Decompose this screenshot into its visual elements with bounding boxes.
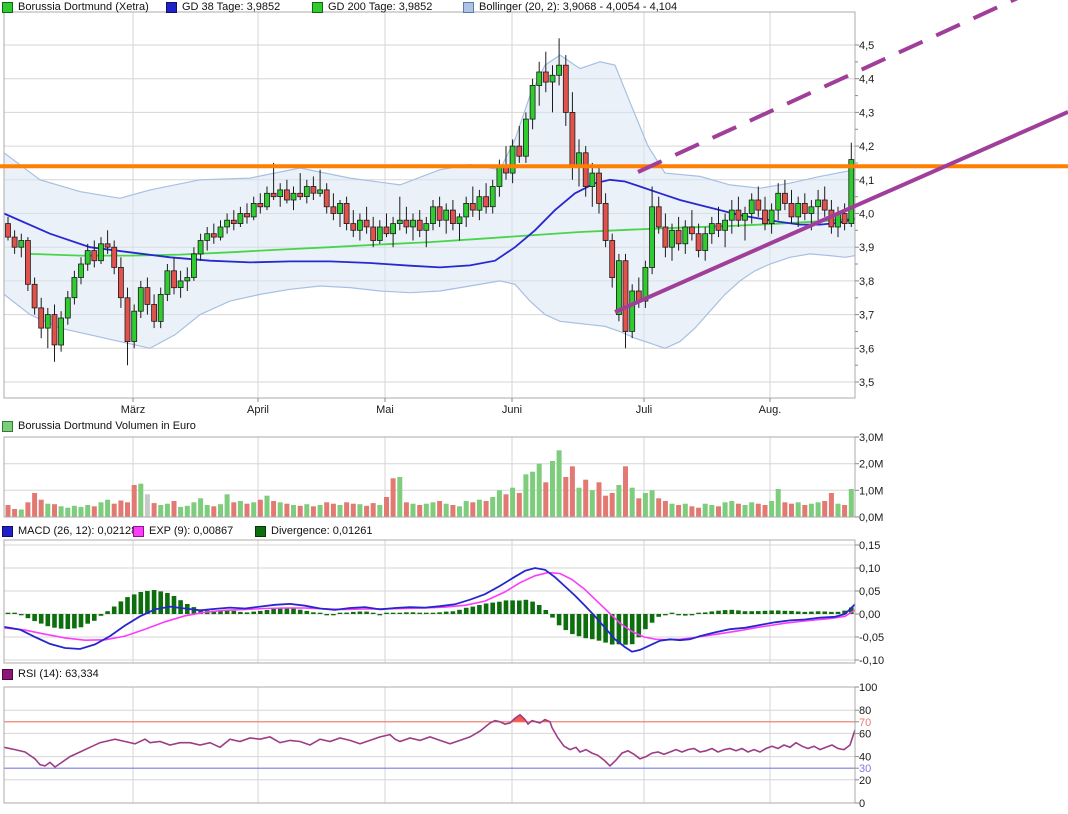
volume-swatch-icon bbox=[2, 420, 13, 432]
svg-text:3,8: 3,8 bbox=[859, 276, 874, 288]
legend-item-bollinger: Bollinger (20, 2): 3,9068 - 4,0054 - 4,1… bbox=[463, 1, 677, 13]
legend-item-exp: EXP (9): 0,00867 bbox=[133, 525, 233, 537]
divergence-swatch-icon bbox=[255, 525, 266, 537]
rsi-swatch-icon bbox=[2, 668, 13, 680]
svg-text:Aug.: Aug. bbox=[759, 404, 782, 416]
svg-text:70: 70 bbox=[859, 717, 871, 729]
svg-text:3,6: 3,6 bbox=[859, 343, 874, 355]
legend-item-divergence: Divergence: 0,01261 bbox=[255, 525, 373, 537]
gd200-swatch-icon bbox=[312, 1, 323, 13]
macd-panel: 0,15 0,10 0,05 0,00 -0,05 -0,10 bbox=[3, 539, 884, 667]
svg-text:4,1: 4,1 bbox=[859, 175, 874, 187]
svg-text:0,10: 0,10 bbox=[859, 563, 880, 575]
legend-item-volume: Borussia Dortmund Volumen in Euro bbox=[2, 420, 196, 432]
volume-label: Borussia Dortmund Volumen in Euro bbox=[18, 420, 196, 432]
svg-text:3,5: 3,5 bbox=[859, 377, 874, 389]
svg-text:3,7: 3,7 bbox=[859, 310, 874, 322]
stock-chart-page: 4,5 4,4 4,3 4,2 4,1 4,0 3,9 3,8 3,7 3,6 3,5 März Apr… bbox=[0, 0, 1068, 814]
price-series-swatch-icon bbox=[2, 1, 13, 13]
svg-text:40: 40 bbox=[859, 752, 871, 764]
macd-label: MACD (26, 12): 0,02128 bbox=[18, 525, 138, 537]
divergence-label: Divergence: 0,01261 bbox=[271, 525, 373, 537]
svg-text:3,9: 3,9 bbox=[859, 242, 874, 254]
svg-text:0,05: 0,05 bbox=[859, 586, 880, 598]
svg-text:2,0M: 2,0M bbox=[859, 459, 883, 471]
gd38-swatch-icon bbox=[166, 1, 177, 13]
svg-text:4,0: 4,0 bbox=[859, 209, 874, 221]
macd-line bbox=[3, 567, 856, 653]
gd38-label: GD 38 Tage: 3,9852 bbox=[182, 1, 281, 13]
svg-text:60: 60 bbox=[859, 728, 871, 740]
svg-text:100: 100 bbox=[859, 682, 877, 694]
rsi-line bbox=[3, 713, 856, 769]
svg-text:4,5: 4,5 bbox=[859, 40, 874, 52]
svg-text:80: 80 bbox=[859, 705, 871, 717]
exp-swatch-icon bbox=[133, 525, 144, 537]
svg-text:Juli: Juli bbox=[636, 404, 653, 416]
svg-text:30: 30 bbox=[859, 763, 871, 775]
rsi-panel: 100 807060 403020 0 bbox=[3, 682, 877, 810]
svg-text:März: März bbox=[121, 404, 145, 416]
svg-text:4,2: 4,2 bbox=[859, 141, 874, 153]
svg-text:April: April bbox=[247, 404, 269, 416]
bollinger-band bbox=[4, 55, 855, 349]
price-panel: 4,5 4,4 4,3 4,2 4,1 4,0 3,9 3,8 3,7 3,6 3,5 März Apr… bbox=[3, 11, 874, 416]
rsi-overbought-fill bbox=[4, 714, 855, 722]
bollinger-label: Bollinger (20, 2): 3,9068 - 4,0054 - 4,1… bbox=[479, 1, 678, 13]
gd200-label: GD 200 Tage: 3,9852 bbox=[328, 1, 433, 13]
legend-item-gd38: GD 38 Tage: 3,9852 bbox=[166, 1, 280, 13]
svg-text:-0,10: -0,10 bbox=[859, 655, 884, 667]
svg-text:20: 20 bbox=[859, 775, 871, 787]
svg-text:Juni: Juni bbox=[502, 404, 522, 416]
legend-item-rsi: RSI (14): 63,334 bbox=[2, 668, 99, 680]
rsi-label: RSI (14): 63,334 bbox=[18, 668, 99, 680]
svg-text:4,3: 4,3 bbox=[859, 107, 874, 119]
svg-text:3,0M: 3,0M bbox=[859, 432, 883, 444]
svg-text:0: 0 bbox=[859, 798, 865, 810]
legend-item-gd200: GD 200 Tage: 3,9852 bbox=[312, 1, 432, 13]
price-series-label: Borussia Dortmund (Xetra) bbox=[18, 1, 149, 13]
svg-text:0,00: 0,00 bbox=[859, 609, 880, 621]
svg-text:Mai: Mai bbox=[376, 404, 394, 416]
chart-canvas: 4,5 4,4 4,3 4,2 4,1 4,0 3,9 3,8 3,7 3,6 3,5 März Apr… bbox=[0, 0, 1068, 810]
legend-item-macd: MACD (26, 12): 0,02128 bbox=[2, 525, 137, 537]
volume-panel: 3,0M 2,0M 1,0M 0,0M bbox=[3, 432, 883, 524]
svg-text:4,4: 4,4 bbox=[859, 74, 874, 86]
legend-item-price: Borussia Dortmund (Xetra) bbox=[2, 1, 149, 13]
svg-text:1,0M: 1,0M bbox=[859, 485, 883, 497]
svg-text:0,15: 0,15 bbox=[859, 540, 880, 552]
bollinger-swatch-icon bbox=[463, 1, 474, 13]
macd-swatch-icon bbox=[2, 525, 13, 537]
svg-text:0,0M: 0,0M bbox=[859, 512, 883, 524]
svg-text:-0,05: -0,05 bbox=[859, 632, 884, 644]
exp-label: EXP (9): 0,00867 bbox=[149, 525, 234, 537]
